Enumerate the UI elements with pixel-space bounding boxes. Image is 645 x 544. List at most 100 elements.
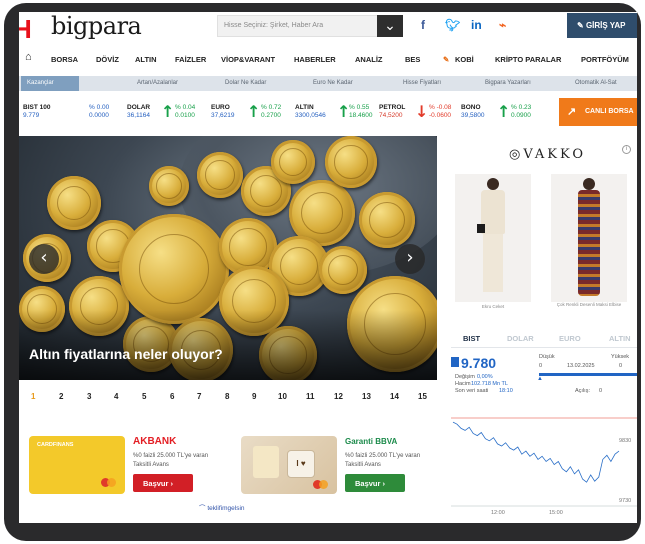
nav-item-borsa[interactable]: BORSA bbox=[51, 55, 78, 64]
nav-item-kripto[interactable]: KRİPTO PARALAR bbox=[495, 55, 561, 64]
page-8[interactable]: 8 bbox=[225, 392, 229, 401]
subnav-item-kazanclar[interactable]: Kazançlar bbox=[21, 76, 79, 91]
last-update-value: 18:10 bbox=[499, 388, 513, 394]
page-3[interactable]: 3 bbox=[87, 392, 91, 401]
subnav-item-otomatik[interactable]: Otomatik Al-Sat bbox=[575, 80, 617, 86]
page-14[interactable]: 14 bbox=[390, 392, 399, 401]
logo-mark[interactable]: H bbox=[19, 14, 32, 45]
garanti-apply-button[interactable]: Başvur › bbox=[345, 474, 405, 492]
ticker-dolar-change: % 0.04 0.0100 bbox=[175, 104, 195, 119]
high-label: Yüksek bbox=[611, 354, 630, 360]
site-logo[interactable]: bigpara bbox=[51, 12, 142, 40]
x-tick-label: 12:00 bbox=[491, 510, 505, 516]
ticker-bist[interactable]: BIST 100 9.779 bbox=[23, 104, 50, 119]
series-line bbox=[452, 421, 620, 483]
home-icon[interactable]: ⌂ bbox=[25, 51, 32, 63]
nav-item-altin[interactable]: ALTIN bbox=[135, 55, 157, 64]
arrow-up-icon: ↑ bbox=[247, 102, 261, 121]
hero-slider[interactable]: Altın fiyatlarına neler oluyor? ‹ › bbox=[19, 136, 437, 380]
arrow-down-icon: ↓ bbox=[415, 102, 429, 121]
page-11[interactable]: 11 bbox=[306, 392, 314, 401]
index-value: 9.780 bbox=[461, 355, 497, 371]
subnav-item-yazarlar[interactable]: Bigpara Yazarları bbox=[485, 80, 531, 86]
nav-item-faizler[interactable]: FAİZLER bbox=[175, 55, 206, 64]
search-input[interactable]: Hisse Seçiniz: Şirket, Haber Ara bbox=[217, 15, 403, 37]
slider-next-button[interactable]: › bbox=[395, 244, 425, 274]
page-4[interactable]: 4 bbox=[114, 392, 118, 401]
subnav-item-euro[interactable]: Euro Ne Kadar bbox=[313, 80, 353, 86]
subnav-item-dolar[interactable]: Dolar Ne Kadar bbox=[225, 80, 266, 86]
ticker-dolar[interactable]: DOLAR 36,1164 bbox=[127, 104, 150, 119]
facebook-icon[interactable]: f bbox=[421, 18, 425, 32]
open-value: 0 bbox=[599, 388, 603, 394]
page-6[interactable]: 6 bbox=[170, 392, 174, 401]
nav-item-portfoyum[interactable]: PORTFÖYÜM bbox=[581, 55, 629, 64]
vakko-product-1[interactable] bbox=[455, 174, 531, 302]
live-market-button[interactable]: ↗ CANLI BORSA bbox=[559, 98, 637, 126]
volume-label: Hacim bbox=[455, 381, 471, 387]
vakko-product-2[interactable] bbox=[551, 174, 627, 302]
chevron-down-icon[interactable]: ⌄ bbox=[377, 15, 403, 37]
hero-title[interactable]: Altın fiyatlarına neler oluyor? bbox=[29, 346, 223, 362]
page-5[interactable]: 5 bbox=[142, 392, 146, 401]
ticker-altin[interactable]: ALTIN 3300,0546 bbox=[295, 104, 326, 119]
teklif-label: teklifimgelsin bbox=[207, 505, 245, 512]
page-9[interactable]: 9 bbox=[252, 392, 256, 401]
nav-item-haberler[interactable]: HABERLER bbox=[294, 55, 336, 64]
main-nav: ⌂ BORSA DÖVİZ ALTIN FAİZLER VİOP&VARANT … bbox=[19, 50, 637, 70]
ticker-petrol[interactable]: PETROL 74,5200 bbox=[379, 104, 405, 119]
low-value: 0 bbox=[539, 363, 543, 369]
pencil-icon: ✎ bbox=[577, 21, 586, 30]
subnav-item-hisse[interactable]: Hisse Fiyatları bbox=[403, 80, 441, 86]
akbank-apply-button[interactable]: Başvur › bbox=[133, 474, 193, 492]
intraday-chart[interactable]: 9830 9730 12:00 15:00 bbox=[451, 410, 637, 516]
x-tick-label: 15:00 bbox=[549, 510, 563, 516]
range-marker-icon: ▲ bbox=[537, 376, 543, 382]
garanti-logo[interactable]: Garanti BBVA bbox=[345, 437, 397, 446]
date-value: 13.02.2025 bbox=[567, 363, 595, 369]
tab-euro[interactable]: EURO bbox=[559, 334, 581, 343]
ticker-bist-change: % 0.00 0.0000 bbox=[89, 104, 109, 119]
subnav-item-artan[interactable]: Artan/Azalanlar bbox=[137, 80, 178, 86]
ticker-change-abs: -0.0600 bbox=[429, 112, 452, 119]
slider-prev-button[interactable]: ‹ bbox=[29, 244, 59, 274]
page-2[interactable]: 2 bbox=[59, 392, 63, 401]
login-button[interactable]: ✎ GİRİŞ YAP bbox=[567, 13, 637, 38]
teklif-logo[interactable]: ⌒ teklifimgelsin bbox=[199, 502, 245, 512]
arrow-up-icon: ↑ bbox=[497, 102, 511, 121]
nav-item-doviz[interactable]: DÖVİZ bbox=[96, 55, 119, 64]
ticker-name: PETROL bbox=[379, 104, 406, 111]
twitter-icon[interactable]: 🐦︎ bbox=[445, 18, 460, 32]
ticker-value: 36,1164 bbox=[127, 112, 151, 119]
page-15[interactable]: 15 bbox=[418, 392, 427, 401]
ticker-change: % 0.04 bbox=[175, 104, 196, 111]
ticker-bono[interactable]: BONO 39,5800 bbox=[461, 104, 485, 119]
ticker-change: % -0.08 bbox=[429, 104, 452, 111]
rss-icon[interactable]: ⌁ bbox=[499, 18, 506, 32]
tab-dolar[interactable]: DOLAR bbox=[507, 334, 534, 343]
vakko-logo[interactable]: ◎VAKKO bbox=[509, 147, 586, 162]
tab-bist[interactable]: BIST bbox=[463, 334, 480, 343]
page-12[interactable]: 12 bbox=[334, 392, 343, 401]
gold-coin bbox=[319, 246, 367, 294]
akbank-card-image[interactable]: CARDFINANS bbox=[29, 436, 125, 494]
ticker-name: BIST 100 bbox=[23, 104, 51, 111]
gold-coin bbox=[119, 214, 229, 324]
ticker-bono-change: % 0.23 0.0900 bbox=[511, 104, 531, 119]
ticker-name: DOLAR bbox=[127, 104, 151, 111]
nav-item-analiz[interactable]: ANALİZ bbox=[355, 55, 383, 64]
ticker-euro[interactable]: EURO 37,6219 bbox=[211, 104, 235, 119]
info-icon[interactable]: i bbox=[622, 145, 631, 154]
tab-altin[interactable]: ALTIN bbox=[609, 334, 631, 343]
page-7[interactable]: 7 bbox=[197, 392, 201, 401]
page-13[interactable]: 13 bbox=[362, 392, 371, 401]
nav-item-viop[interactable]: VİOP&VARANT bbox=[221, 55, 275, 64]
nav-item-bes[interactable]: BES bbox=[405, 55, 420, 64]
akbank-logo[interactable]: AKBANK bbox=[133, 436, 176, 447]
change-value: 0,00% bbox=[477, 374, 493, 380]
linkedin-icon[interactable]: in bbox=[471, 18, 482, 32]
page-10[interactable]: 10 bbox=[278, 392, 287, 401]
garanti-card-image[interactable]: I ♥ bbox=[241, 436, 337, 494]
nav-item-kobi[interactable]: KOBİ bbox=[455, 55, 474, 64]
page-1[interactable]: 1 bbox=[31, 392, 35, 401]
